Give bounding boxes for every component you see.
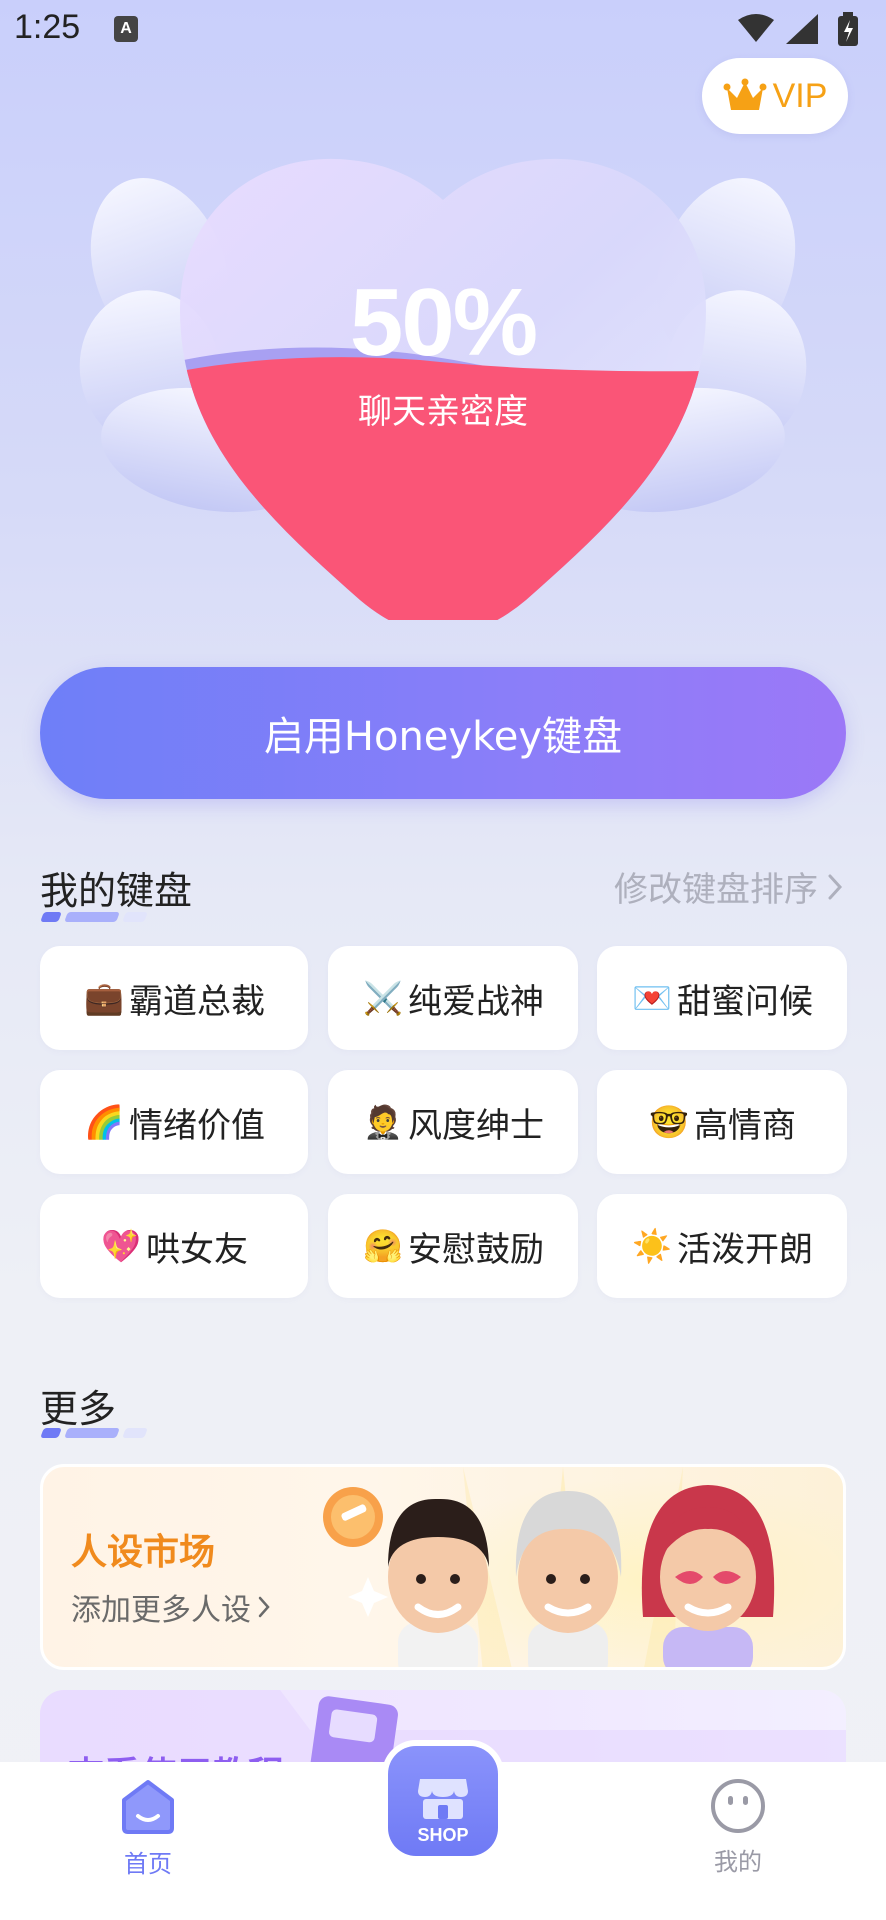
app-notification-icon: A <box>114 16 138 42</box>
keyboard-item-label: 纯爱战神 <box>408 981 544 1022</box>
chevron-right-icon <box>828 874 843 899</box>
section-underline-decoration <box>40 912 150 922</box>
keyboard-item-emoji-icon: ⚔️ <box>363 979 403 1017</box>
keyboard-item[interactable]: 💌 甜蜜问候 <box>597 946 847 1050</box>
vip-label: VIP <box>772 76 828 115</box>
vip-button[interactable]: VIP <box>702 58 848 134</box>
keyboard-item-emoji-icon: 💼 <box>84 979 124 1017</box>
keyboard-item-emoji-icon: 💖 <box>101 1227 141 1265</box>
keyboard-item-label: 风度绅士 <box>408 1105 544 1146</box>
avatar-curly-hair <box>388 1498 489 1667</box>
keyboard-item-emoji-icon: 🤵 <box>363 1103 403 1141</box>
chevron-right-icon <box>258 1596 270 1618</box>
enable-keyboard-button[interactable]: 启用Honeykey键盘 <box>40 667 846 799</box>
section-underline-decoration <box>40 1428 150 1438</box>
smiley-face-icon <box>711 1779 765 1833</box>
persona-market-card[interactable]: 人设市场 添加更多人设 <box>40 1464 846 1670</box>
status-time: 1:25 <box>14 8 81 46</box>
keyboard-item-label: 高情商 <box>694 1105 796 1146</box>
keyboard-item-label: 活泼开朗 <box>677 1229 813 1270</box>
keyboard-item[interactable]: ☀️ 活泼开朗 <box>597 1194 847 1298</box>
intimacy-label: 聊天亲密度 <box>358 392 528 432</box>
signal-icon <box>786 14 818 44</box>
nav-mine-label: 我的 <box>714 1848 762 1876</box>
persona-market-subtitle: 添加更多人设 <box>71 1585 271 1629</box>
keyboard-item-label: 情绪价值 <box>129 1105 265 1146</box>
keyboard-item[interactable]: 🤓 高情商 <box>597 1070 847 1174</box>
nav-home-label: 首页 <box>124 1850 172 1878</box>
edit-sort-link[interactable]: 修改键盘排序 <box>614 862 844 911</box>
persona-market-subtitle-text: 添加更多人设 <box>71 1593 251 1628</box>
keyboard-item-emoji-icon: 🤓 <box>649 1103 689 1141</box>
keyboard-item-label: 哄女友 <box>146 1229 248 1270</box>
keyboard-item[interactable]: 🌈 情绪价值 <box>40 1070 308 1174</box>
nav-mine[interactable]: 我的 <box>648 1762 828 1920</box>
keyboard-item-label: 安慰鼓励 <box>408 1229 544 1270</box>
nav-shop-label: SHOP <box>417 1825 469 1845</box>
keyboard-item[interactable]: ⚔️ 纯爱战神 <box>328 946 578 1050</box>
coin-icon <box>323 1487 383 1547</box>
system-status-icons <box>738 12 858 46</box>
intimacy-heart <box>79 158 807 620</box>
intimacy-percent: 50% <box>349 269 538 376</box>
crown-icon <box>723 78 767 110</box>
home-icon <box>122 1780 174 1834</box>
keyboard-item[interactable]: 💖 哄女友 <box>40 1194 308 1298</box>
more-title: 更多 <box>40 1387 117 1431</box>
edit-sort-label: 修改键盘排序 <box>614 870 818 910</box>
nav-home[interactable]: 首页 <box>58 1762 238 1920</box>
keyboard-item[interactable]: 💼 霸道总裁 <box>40 946 308 1050</box>
status-bar: 1:25 A <box>0 0 886 58</box>
keyboard-item-emoji-icon: 🤗 <box>363 1227 403 1265</box>
keyboard-item-label: 甜蜜问候 <box>677 981 813 1022</box>
battery-icon <box>838 12 858 46</box>
keyboard-item-label: 霸道总裁 <box>129 981 265 1022</box>
keyboard-item-emoji-icon: 🌈 <box>84 1103 124 1141</box>
keyboard-item-emoji-icon: ☀️ <box>632 1227 672 1265</box>
my-keyboard-title: 我的键盘 <box>40 869 193 913</box>
shop-icon <box>418 1779 468 1819</box>
keyboard-item[interactable]: 🤵 风度绅士 <box>328 1070 578 1174</box>
keyboard-item[interactable]: 🤗 安慰鼓励 <box>328 1194 578 1298</box>
avatar-silver-hair <box>515 1491 622 1667</box>
nav-shop-button[interactable]: SHOP <box>388 1746 498 1856</box>
persona-market-title: 人设市场 <box>71 1532 216 1573</box>
keyboard-item-emoji-icon: 💌 <box>632 979 672 1017</box>
wifi-icon <box>738 14 774 42</box>
